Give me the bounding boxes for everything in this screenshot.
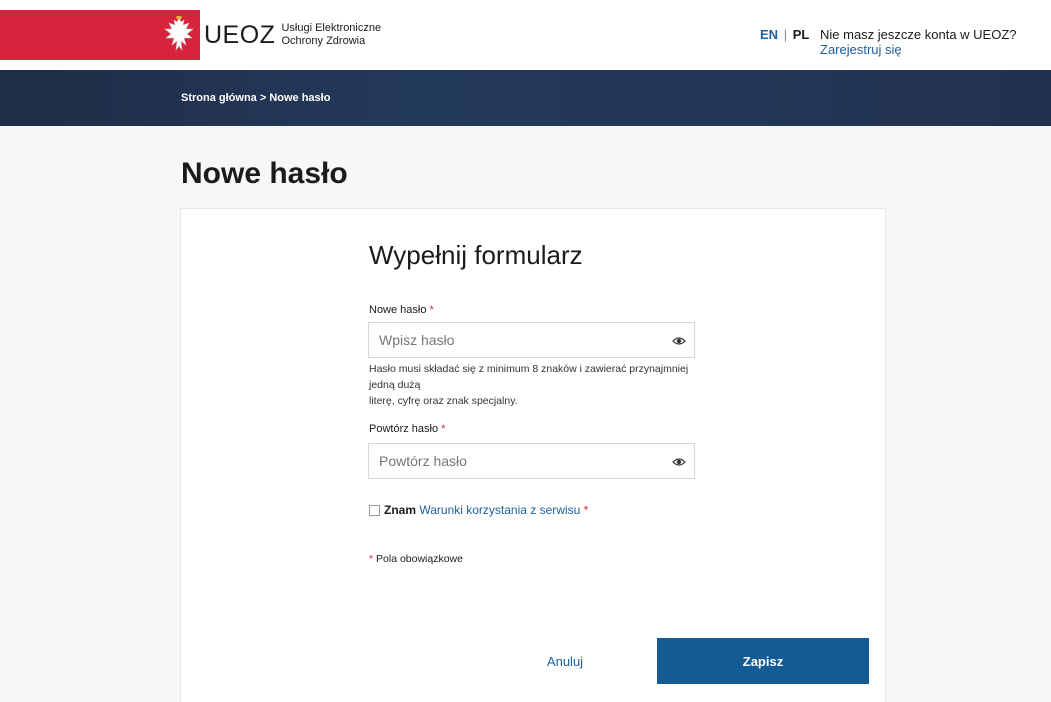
- ueoz-logo[interactable]: UEOZ Usługi Elektroniczne Ochrony Zdrowi…: [160, 14, 381, 56]
- save-button[interactable]: Zapisz: [657, 638, 869, 684]
- password-hint-line2: literę, cyfrę oraz znak specjalny.: [369, 395, 518, 407]
- required-note-text: Pola obowiązkowe: [376, 553, 463, 565]
- page-title: Nowe hasło: [181, 157, 348, 190]
- logo-subtitle: Usługi Elektroniczne Ochrony Zdrowia: [281, 22, 381, 48]
- lang-separator: |: [783, 27, 788, 42]
- password-hint: Hasło musi składać się z minimum 8 znakó…: [369, 361, 709, 409]
- breadcrumb[interactable]: Strona główna > Nowe hasło: [181, 92, 330, 104]
- show-password-eye-icon[interactable]: [672, 455, 686, 469]
- new-password-label-text: Nowe hasło: [369, 304, 427, 316]
- repeat-password-label-text: Powtórz hasło: [369, 423, 439, 435]
- lang-en-link[interactable]: EN: [760, 27, 778, 42]
- show-password-eye-icon[interactable]: [672, 334, 686, 348]
- terms-label: Znam Warunki korzystania z serwisu *: [384, 503, 588, 517]
- register-prompt: Nie masz jeszcze konta w UEOZ? Zarejestr…: [820, 27, 1051, 57]
- required-marker: *: [429, 304, 434, 316]
- required-marker: *: [583, 503, 589, 517]
- required-fields-note: * Pola obowiązkowe: [369, 553, 463, 565]
- logo-text: UEOZ: [204, 20, 276, 49]
- register-prompt-text: Nie masz jeszcze konta w UEOZ?: [820, 27, 1017, 42]
- new-password-input[interactable]: Wpisz hasło: [368, 322, 695, 358]
- logo-subtitle-line1: Usługi Elektroniczne: [281, 22, 382, 34]
- repeat-password-placeholder: Powtórz hasło: [379, 453, 467, 469]
- repeat-password-input[interactable]: Powtórz hasło: [368, 443, 695, 479]
- polish-eagle-icon: [160, 14, 198, 56]
- lang-pl-link[interactable]: PL: [793, 27, 810, 42]
- nav-bar: [0, 70, 1051, 126]
- password-hint-line1: Hasło musi składać się z minimum 8 znakó…: [369, 363, 689, 391]
- top-header: UEOZ Usługi Elektroniczne Ochrony Zdrowi…: [0, 0, 1051, 70]
- terms-checkbox[interactable]: [369, 505, 380, 516]
- cancel-button[interactable]: Anuluj: [530, 638, 600, 684]
- terms-prefix: Znam: [384, 503, 420, 517]
- new-password-label: Nowe hasło *: [369, 304, 434, 316]
- form-title: Wypełnij formularz: [369, 240, 583, 270]
- required-marker: *: [441, 423, 446, 435]
- required-marker: *: [369, 553, 374, 565]
- new-password-placeholder: Wpisz hasło: [379, 332, 455, 348]
- logo-subtitle-line2: Ochrony Zdrowia: [281, 35, 366, 47]
- terms-link[interactable]: Warunki korzystania z serwisu: [419, 503, 580, 517]
- language-switcher: EN | PL: [760, 27, 809, 42]
- register-link[interactable]: Zarejestruj się: [820, 42, 902, 57]
- repeat-password-label: Powtórz hasło *: [369, 423, 445, 435]
